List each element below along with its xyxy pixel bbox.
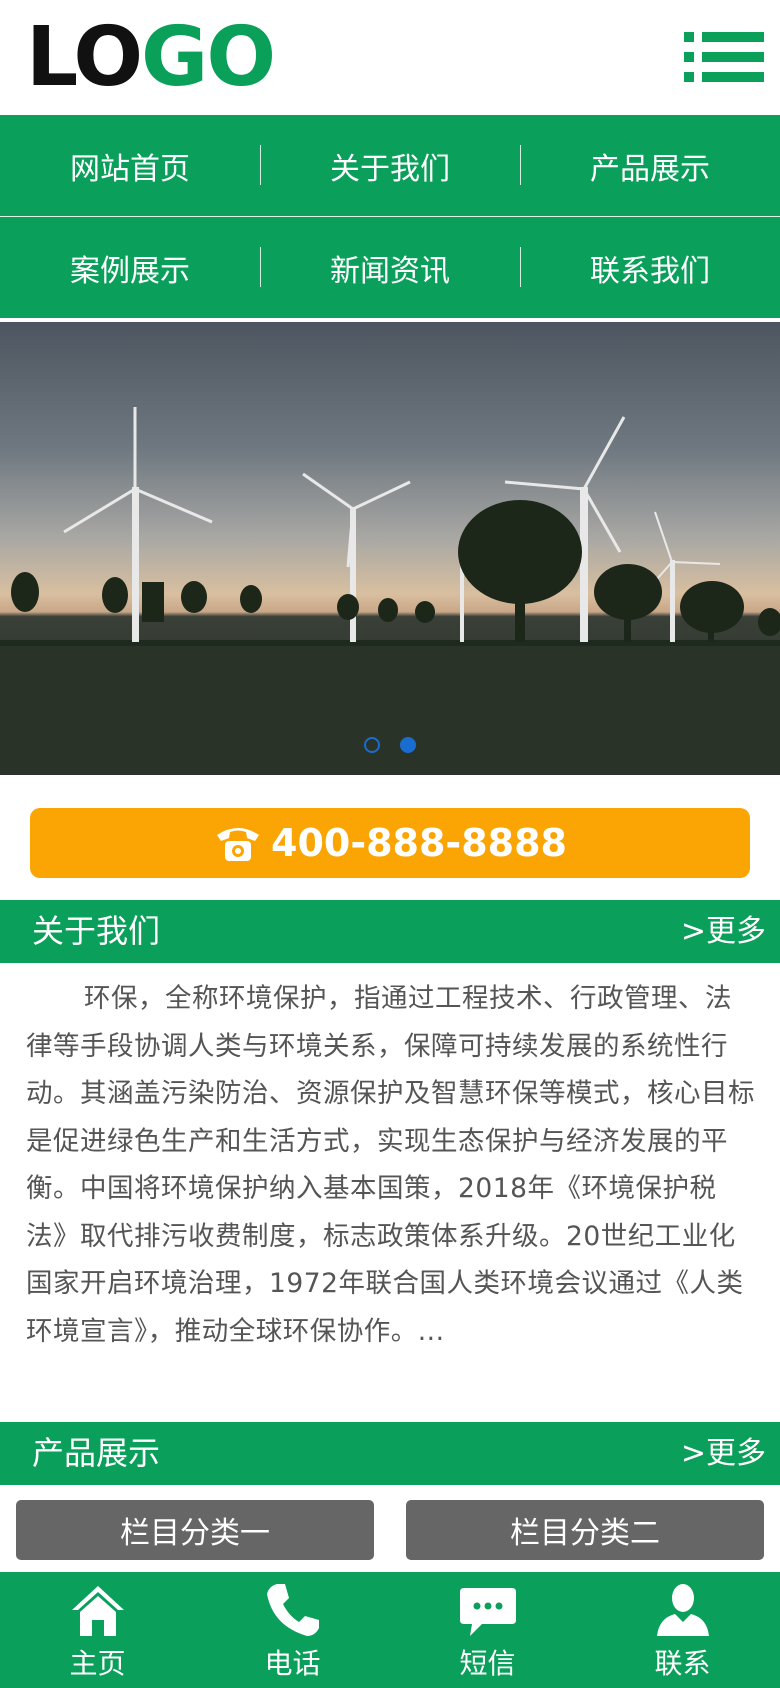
footer-home-label: 主页 [69, 1647, 126, 1680]
about-more-link[interactable]: >更多 [681, 900, 766, 963]
nav-item-contact[interactable]: 联系我们 [520, 217, 780, 318]
footer-contact-label: 联系 [654, 1647, 711, 1680]
banner-slider[interactable] [0, 322, 780, 775]
nav-item-home[interactable]: 网站首页 [0, 115, 260, 216]
home-icon [71, 1586, 124, 1636]
footer-message[interactable]: 短信 [390, 1572, 585, 1688]
wind-turbine-image [0, 407, 780, 775]
logo[interactable]: LO GO [26, 10, 276, 105]
products-section-header: 产品展示 >更多 [0, 1422, 780, 1485]
products-more-link[interactable]: >更多 [681, 1422, 766, 1485]
main-nav: 网站首页 关于我们 产品展示 案例展示 新闻资讯 联系我们 [0, 115, 780, 318]
footer-phone-label: 电话 [264, 1647, 321, 1680]
message-icon [459, 1588, 516, 1636]
slide-indicators [0, 737, 780, 753]
slide-dot-1[interactable] [364, 737, 380, 753]
footer-home[interactable]: 主页 [0, 1572, 195, 1688]
telephone-icon [217, 828, 260, 861]
phone-call-button[interactable]: 400-888-8888 [30, 808, 750, 878]
footer-phone[interactable]: 电话 [195, 1572, 390, 1688]
logo-part-go: GO [141, 10, 276, 105]
about-section-header: 关于我们 >更多 [0, 900, 780, 963]
nav-item-news[interactable]: 新闻资讯 [260, 217, 520, 318]
slide-dot-2[interactable] [400, 737, 416, 753]
products-title: 产品展示 [32, 1434, 161, 1472]
about-text: 环保，全称环境保护，指通过工程技术、行政管理、法律等手段协调人类与环境关系，保障… [26, 983, 755, 1347]
about-title: 关于我们 [32, 912, 161, 950]
bottom-bar: 主页 电话 短信 联系 [0, 1572, 780, 1688]
nav-item-cases[interactable]: 案例展示 [0, 217, 260, 318]
contact-icon [656, 1584, 709, 1636]
category-button-1[interactable]: 栏目分类一 [16, 1500, 374, 1560]
footer-message-label: 短信 [459, 1647, 516, 1680]
nav-item-products[interactable]: 产品展示 [520, 115, 780, 216]
nav-item-about[interactable]: 关于我们 [260, 115, 520, 216]
footer-contact[interactable]: 联系 [585, 1572, 780, 1688]
menu-icon[interactable] [684, 28, 764, 86]
phone-number: 400-888-8888 [271, 821, 567, 865]
logo-part-lo: LO [26, 10, 143, 105]
header: LO GO [0, 0, 780, 115]
phone-icon [266, 1584, 319, 1636]
category-button-2[interactable]: 栏目分类二 [406, 1500, 764, 1560]
